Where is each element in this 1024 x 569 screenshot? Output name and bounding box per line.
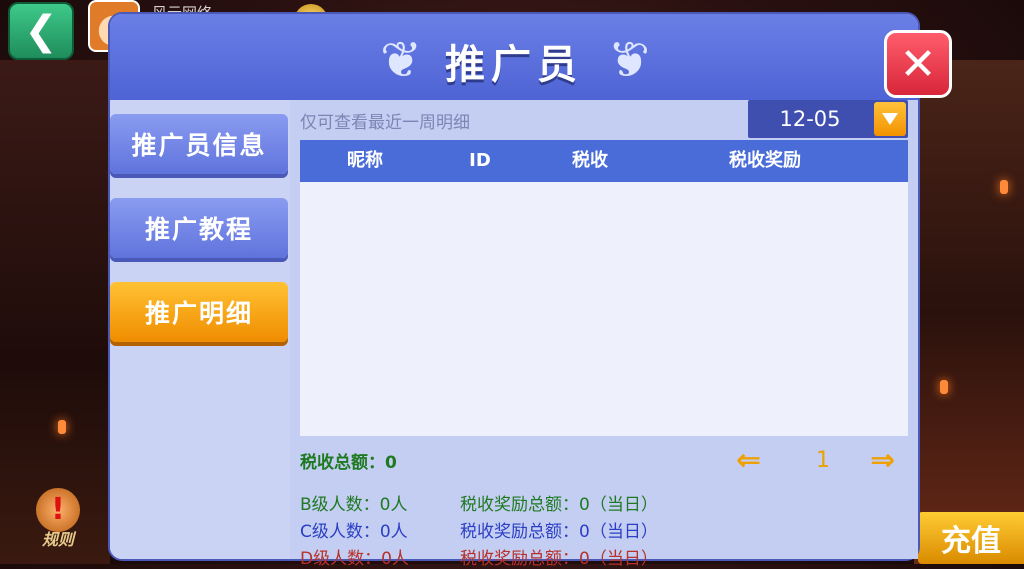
c-level-reward: 税收奖励总额：0（当日）	[460, 522, 658, 542]
rules-button[interactable]: ! 规则	[30, 488, 86, 549]
rules-label: 规则	[41, 530, 74, 549]
page-number: 1	[816, 448, 830, 473]
stat-row-c: C级人数：0人 税收奖励总额：0（当日）	[300, 517, 658, 542]
column-header-tax-reward: 税收奖励	[729, 150, 801, 171]
back-arrow-icon: ❮	[24, 8, 58, 54]
column-header-id: ID	[469, 150, 491, 171]
hint-text: 仅可查看最近一周明细	[300, 113, 470, 133]
b-level-reward: 税收奖励总额：0（当日）	[460, 495, 658, 515]
tab-promoter-info[interactable]: 推广员信息	[110, 114, 288, 174]
lantern-decoration	[58, 420, 66, 434]
details-content: 仅可查看最近一周明细 12-05 昵称 ID 税收 税收奖励 税收总额：0 ⇐ …	[290, 100, 918, 569]
recharge-button[interactable]: 充值	[918, 512, 1024, 564]
date-select[interactable]: 12-05	[748, 100, 908, 138]
tab-promoter-tutorial[interactable]: 推广教程	[110, 198, 288, 258]
panel-sidebar: 推广员信息 推广教程 推广明细	[110, 100, 290, 559]
stat-row-d: D级人数：0人 税收奖励总额：0（当日）	[300, 544, 658, 569]
dropdown-arrow-icon[interactable]	[874, 102, 906, 136]
d-level-reward: 税收奖励总额：0（当日）	[460, 549, 658, 569]
c-level-count: C级人数：0人	[300, 522, 408, 542]
tax-total: 税收总额：0	[300, 453, 397, 473]
stat-row-b: B级人数：0人 税收奖励总额：0（当日）	[300, 490, 658, 515]
lantern-decoration	[940, 380, 948, 394]
table-header: 昵称 ID 税收 税收奖励	[300, 140, 908, 182]
d-level-count: D级人数：0人	[300, 549, 409, 569]
b-level-count: B级人数：0人	[300, 495, 408, 515]
prev-page-arrow-icon[interactable]: ⇐	[736, 446, 761, 476]
details-table: 昵称 ID 税收 税收奖励	[300, 140, 908, 436]
next-page-arrow-icon[interactable]: ⇒	[870, 446, 895, 476]
panel-title: 推广员	[445, 42, 583, 88]
close-button[interactable]: ✕	[884, 30, 952, 98]
promoter-panel: ❦ ❦ 推广员 推广员信息 推广教程 推广明细 仅可查看最近一周明细 12-05…	[110, 14, 952, 569]
back-button[interactable]: ❮	[8, 2, 74, 60]
column-header-nickname: 昵称	[347, 150, 383, 171]
date-value: 12-05	[779, 107, 841, 131]
column-header-tax: 税收	[572, 150, 608, 171]
lantern-decoration	[1000, 180, 1008, 194]
background-right-scene	[914, 60, 1024, 564]
tab-promoter-details[interactable]: 推广明细	[110, 282, 288, 342]
panel-header: ❦ ❦ 推广员	[110, 14, 918, 102]
